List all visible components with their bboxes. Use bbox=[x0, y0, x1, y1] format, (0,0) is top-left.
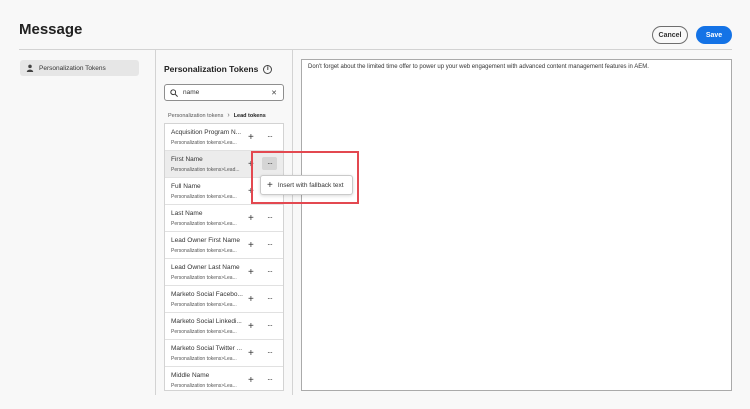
more-icon[interactable]: ··· bbox=[262, 292, 277, 305]
token-name: Last Name bbox=[171, 210, 203, 217]
more-icon[interactable]: ··· bbox=[262, 238, 277, 251]
more-icon[interactable]: ··· bbox=[262, 373, 277, 386]
message-editor[interactable]: Don't forget about the limited time offe… bbox=[301, 59, 732, 391]
more-icon[interactable]: ··· bbox=[262, 211, 277, 224]
token-path: Personalization tokens>Lea... bbox=[171, 140, 237, 146]
more-icon[interactable]: ··· bbox=[262, 130, 277, 143]
token-path: Personalization tokens>Lea... bbox=[171, 302, 237, 308]
more-icon[interactable]: ··· bbox=[262, 265, 277, 278]
breadcrumb-root[interactable]: Personalization tokens bbox=[168, 113, 223, 119]
token-path: Personalization tokens>Lead... bbox=[171, 167, 240, 173]
token-name: Marketo Social Facebo... bbox=[171, 291, 243, 298]
breadcrumb: Personalization tokens › Lead tokens bbox=[168, 112, 266, 119]
list-item[interactable]: Marketo Social Twitter ... Personalizati… bbox=[165, 340, 283, 367]
panel-title: Personalization Tokens i bbox=[164, 64, 273, 74]
token-name: Full Name bbox=[171, 183, 201, 190]
add-icon[interactable]: + bbox=[248, 348, 254, 359]
add-icon[interactable]: + bbox=[248, 267, 254, 278]
add-icon[interactable]: + bbox=[248, 213, 254, 224]
panel-title-text: Personalization Tokens bbox=[164, 64, 259, 74]
search-field[interactable]: ✕ bbox=[164, 84, 284, 101]
cancel-button[interactable]: Cancel bbox=[652, 26, 688, 44]
add-icon[interactable]: + bbox=[248, 294, 254, 305]
save-button[interactable]: Save bbox=[696, 26, 732, 44]
token-path: Personalization tokens>Lea... bbox=[171, 248, 237, 254]
sidebar-divider bbox=[155, 50, 156, 395]
header-divider bbox=[19, 49, 732, 50]
user-icon bbox=[26, 64, 34, 72]
add-icon[interactable]: + bbox=[248, 375, 254, 386]
page-title: Message bbox=[19, 21, 83, 38]
highlight-box bbox=[251, 151, 359, 204]
token-path: Personalization tokens>Lea... bbox=[171, 275, 237, 281]
token-name: Middle Name bbox=[171, 372, 210, 379]
sidebar-item-label: Personalization Tokens bbox=[39, 64, 106, 72]
close-icon[interactable]: ✕ bbox=[271, 89, 277, 97]
token-name: Lead Owner Last Name bbox=[171, 264, 240, 271]
token-path: Personalization tokens>Lea... bbox=[171, 356, 237, 362]
token-name: First Name bbox=[171, 156, 203, 163]
breadcrumb-current: Lead tokens bbox=[233, 112, 266, 119]
add-icon[interactable]: + bbox=[248, 132, 254, 143]
chevron-right-icon: › bbox=[227, 112, 230, 119]
token-path: Personalization tokens>Lea... bbox=[171, 221, 237, 227]
list-item[interactable]: Lead Owner First Name Personalization to… bbox=[165, 232, 283, 259]
list-item[interactable]: Last Name Personalization tokens>Lea... … bbox=[165, 205, 283, 232]
token-name: Lead Owner First Name bbox=[171, 237, 240, 244]
list-item[interactable]: Marketo Social Facebo... Personalization… bbox=[165, 286, 283, 313]
add-icon[interactable]: + bbox=[248, 240, 254, 251]
list-item[interactable]: Middle Name Personalization tokens>Lea..… bbox=[165, 367, 283, 390]
more-icon[interactable]: ··· bbox=[262, 319, 277, 332]
sidebar-item-personalization-tokens[interactable]: Personalization Tokens bbox=[20, 60, 139, 76]
more-icon[interactable]: ··· bbox=[262, 346, 277, 359]
add-icon[interactable]: + bbox=[248, 321, 254, 332]
token-path: Personalization tokens>Lea... bbox=[171, 329, 237, 335]
editor-content: Don't forget about the limited time offe… bbox=[308, 64, 649, 70]
search-input[interactable] bbox=[183, 89, 268, 96]
token-name: Marketo Social Twitter ... bbox=[171, 345, 243, 352]
info-icon[interactable]: i bbox=[263, 64, 273, 74]
list-item[interactable]: Marketo Social Linkedi... Personalizatio… bbox=[165, 313, 283, 340]
token-name: Acquisition Program N... bbox=[171, 129, 242, 136]
token-name: Marketo Social Linkedi... bbox=[171, 318, 242, 325]
search-icon bbox=[170, 88, 178, 97]
token-path: Personalization tokens>Lea... bbox=[171, 194, 237, 200]
list-item[interactable]: Lead Owner Last Name Personalization tok… bbox=[165, 259, 283, 286]
token-path: Personalization tokens>Lea... bbox=[171, 383, 237, 389]
list-item[interactable]: Acquisition Program N... Personalization… bbox=[165, 124, 283, 151]
panel-divider bbox=[292, 50, 293, 395]
